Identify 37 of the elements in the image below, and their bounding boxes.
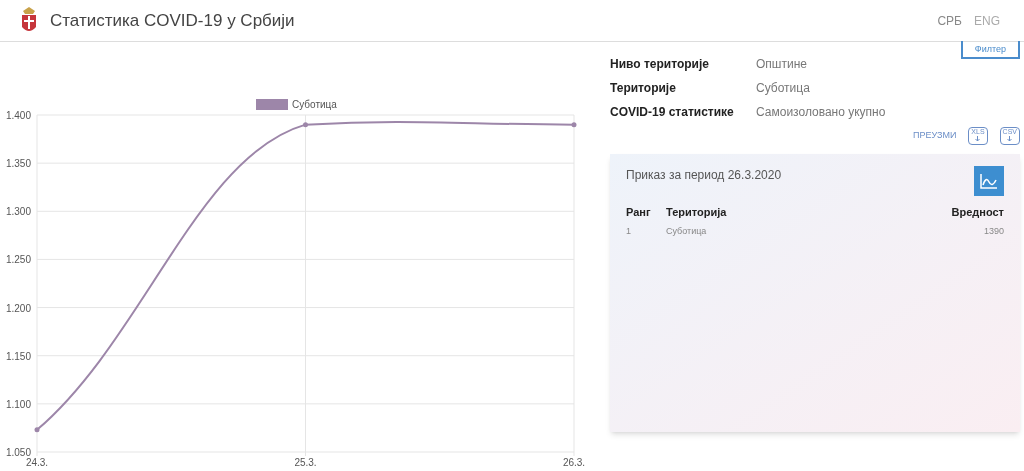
y-tick-label: 1.050 [5, 447, 31, 458]
y-tick-label: 1.300 [5, 206, 31, 218]
column-header: Ранг [626, 205, 652, 220]
table-cell-text: 1 [626, 224, 632, 238]
x-tick-label: 26.3. [562, 457, 586, 468]
filter-label: Територије [610, 80, 677, 97]
column-header: Вредност [951, 205, 1004, 220]
download-label: ПРЕУЗМИ [912, 129, 957, 143]
filter-value: Суботица [756, 80, 810, 97]
chart-toggle-button[interactable] [974, 166, 1004, 196]
down-arrow-icon [975, 136, 981, 142]
filter-value: Општине [756, 56, 807, 73]
data-point [303, 122, 308, 128]
filter-label: Ниво територије [610, 56, 710, 73]
filter-value: Самоизоловано укупно [756, 104, 886, 121]
table-cell-text: 1390 [982, 224, 1004, 238]
x-tick-label: 25.3. [294, 457, 317, 468]
y-tick-label: 1.350 [5, 158, 31, 170]
y-tick-label: 1.250 [5, 254, 31, 266]
y-tick-label: 1.150 [5, 350, 31, 362]
page-title: Статистика COVID-19 у Србији [50, 9, 295, 32]
x-tick-label: 24.3. [25, 457, 49, 468]
summary-title: Приказ за период 26.3.2020 [626, 167, 782, 184]
filter-button[interactable]: Филтер [960, 41, 1020, 59]
filter-label: COVID-19 статистике [610, 104, 735, 121]
data-point [571, 122, 577, 128]
line-chart-icon [980, 173, 998, 189]
column-header: Територија [666, 205, 728, 220]
table-cell-text: Суботица [666, 224, 708, 238]
data-point [34, 427, 40, 433]
down-arrow-icon [1007, 136, 1013, 142]
y-tick-label: 1.100 [5, 398, 31, 410]
legend-label: Суботица [292, 98, 337, 112]
language-link[interactable]: ENG [974, 11, 1000, 30]
y-tick-label: 1.400 [5, 110, 31, 121]
language-link[interactable]: СРБ [937, 11, 962, 30]
y-tick-label: 1.200 [5, 302, 31, 314]
